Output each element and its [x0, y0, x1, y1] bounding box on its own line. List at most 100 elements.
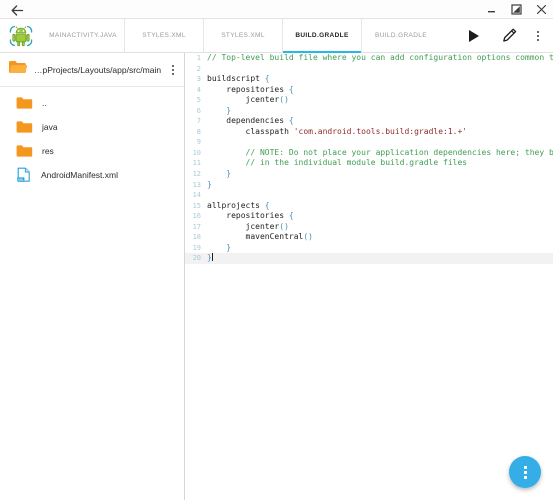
tab-styles-xml-2[interactable]: STYLES.XML	[203, 18, 282, 53]
line-number: 17	[192, 222, 201, 231]
line-number: 12	[192, 170, 201, 179]
file-name: res	[42, 146, 54, 156]
code-line[interactable]: 13}	[185, 180, 553, 191]
code-line-text: classpath 'com.android.tools.build:gradl…	[204, 127, 553, 138]
code-line-text: allprojects {	[204, 201, 553, 212]
list-item-parent-dir[interactable]: ..	[0, 91, 184, 115]
list-item-java[interactable]: java	[0, 115, 184, 139]
line-number: 20	[192, 254, 201, 263]
code-token: // in the individual module build.gradle…	[207, 158, 468, 168]
code-line[interactable]: 8 classpath 'com.android.tools.build:gra…	[185, 127, 553, 138]
code-editor[interactable]: 1 // Top-level build file where you can a…	[185, 53, 553, 500]
code-line-text: repositories {	[204, 211, 553, 222]
code-token: {	[264, 74, 270, 84]
code-line[interactable]: 12 }	[185, 169, 553, 180]
back-arrow-icon	[11, 4, 23, 16]
code-line[interactable]: 17 jcenter()	[185, 222, 553, 233]
code-line[interactable]: 10 // NOTE: Do not place your applicatio…	[185, 148, 553, 159]
pencil-icon	[502, 28, 516, 42]
code-token: ()	[279, 95, 289, 105]
maximize-button[interactable]	[509, 2, 524, 17]
code-line[interactable]: 9	[185, 137, 553, 148]
line-number: 15	[192, 201, 201, 210]
tab-styles-xml-1[interactable]: STYLES.XML	[124, 18, 203, 53]
code-line-text: // in the individual module build.gradle…	[204, 158, 553, 169]
window-controls	[484, 0, 549, 19]
overflow-menu-button[interactable]	[527, 19, 549, 53]
code-line-text: }	[204, 243, 553, 254]
folder-open-icon	[8, 59, 28, 80]
xml-file-glyph: XML	[17, 167, 30, 182]
code-line-text: }	[204, 180, 553, 191]
code-token: // Top-level build file where you can ad…	[207, 53, 553, 62]
folder-glyph	[16, 97, 33, 109]
code-line[interactable]: 6 }	[185, 106, 553, 117]
tab-build-gradle-2[interactable]: BUILD.GRADLE	[361, 18, 440, 53]
folder-icon	[16, 96, 33, 110]
file-name: AndroidManifest.xml	[41, 170, 119, 180]
path-text: …pProjects/Layouts/app/src/main	[34, 64, 162, 75]
run-button[interactable]	[455, 19, 491, 53]
folder-icon	[16, 144, 33, 158]
line-number: 13	[192, 180, 201, 189]
floating-action-button[interactable]	[509, 456, 541, 488]
xml-file-icon: XML	[16, 167, 32, 183]
code-token: }	[207, 105, 232, 115]
path-overflow-menu-button[interactable]	[162, 55, 184, 85]
code-token: allprojects	[207, 200, 265, 210]
code-line-text: dependencies {	[204, 116, 553, 127]
code-line[interactable]: 2	[185, 64, 553, 75]
edit-button[interactable]	[491, 19, 527, 53]
code-line[interactable]: 7 dependencies {	[185, 116, 553, 127]
current-path-bar[interactable]: …pProjects/Layouts/app/src/main	[0, 53, 184, 87]
tab-label: MAINACTIVITY.JAVA	[49, 32, 117, 39]
tab-mainactivity-java[interactable]: MAINACTIVITY.JAVA	[42, 19, 124, 53]
file-name: ..	[42, 98, 47, 108]
close-icon	[536, 4, 547, 15]
code-line[interactable]: 19 }	[185, 243, 553, 254]
window-titlebar	[0, 0, 553, 19]
code-line[interactable]: 15 allprojects {	[185, 201, 553, 212]
tab-label: STYLES.XML	[142, 32, 186, 39]
line-number: 10	[192, 148, 201, 157]
line-number: 4	[196, 85, 201, 94]
close-button[interactable]	[534, 2, 549, 17]
code-line[interactable]: 18 mavenCentral()	[185, 232, 553, 243]
code-line-text: }	[204, 169, 553, 180]
code-line[interactable]: 14	[185, 190, 553, 201]
code-line-text: jcenter()	[204, 222, 553, 233]
line-number: 16	[192, 212, 201, 221]
line-number: 19	[192, 243, 201, 252]
code-line-text: }	[204, 253, 553, 264]
minimize-button[interactable]	[484, 2, 499, 17]
editor-tabbar: MAINACTIVITY.JAVA STYLES.XML STYLES.XML …	[0, 18, 553, 53]
code-content[interactable]: 1 // Top-level build file where you can a…	[185, 53, 553, 264]
app-window: MAINACTIVITY.JAVA STYLES.XML STYLES.XML …	[0, 0, 553, 500]
list-item-res[interactable]: res	[0, 139, 184, 163]
tab-label: STYLES.XML	[221, 32, 265, 39]
code-line-text: repositories {	[204, 85, 553, 96]
folder-open-glyph	[9, 61, 28, 74]
code-line-text: // NOTE: Do not place your application d…	[204, 148, 553, 159]
code-token: {	[264, 200, 270, 210]
code-line-text: // Top-level build file where you can ad…	[204, 53, 553, 64]
code-line[interactable]: 5 jcenter()	[185, 95, 553, 106]
code-line[interactable]: 3 buildscript {	[185, 74, 553, 85]
code-token: 'com.android.tools.build:gradle:1.+'	[293, 126, 468, 136]
code-token: repositories	[207, 84, 289, 94]
more-vertical-icon	[523, 465, 527, 479]
code-token: jcenter	[207, 221, 280, 231]
tab-build-gradle-active[interactable]: BUILD.GRADLE	[282, 18, 361, 53]
code-line[interactable]: 4 repositories {	[185, 85, 553, 96]
android-logo	[0, 19, 42, 53]
tab-label: BUILD.GRADLE	[295, 32, 349, 39]
list-item-android-manifest[interactable]: XML AndroidManifest.xml	[0, 163, 184, 187]
line-number: 9	[196, 138, 201, 147]
minimize-icon	[488, 11, 495, 13]
code-line[interactable]: 1 // Top-level build file where you can a…	[185, 53, 553, 64]
back-button[interactable]	[8, 2, 26, 18]
code-line[interactable]: 16 repositories {	[185, 211, 553, 222]
code-line[interactable]: 11 // in the individual module build.gra…	[185, 158, 553, 169]
line-number: 6	[196, 106, 201, 115]
code-line[interactable]: 20}	[185, 253, 553, 264]
